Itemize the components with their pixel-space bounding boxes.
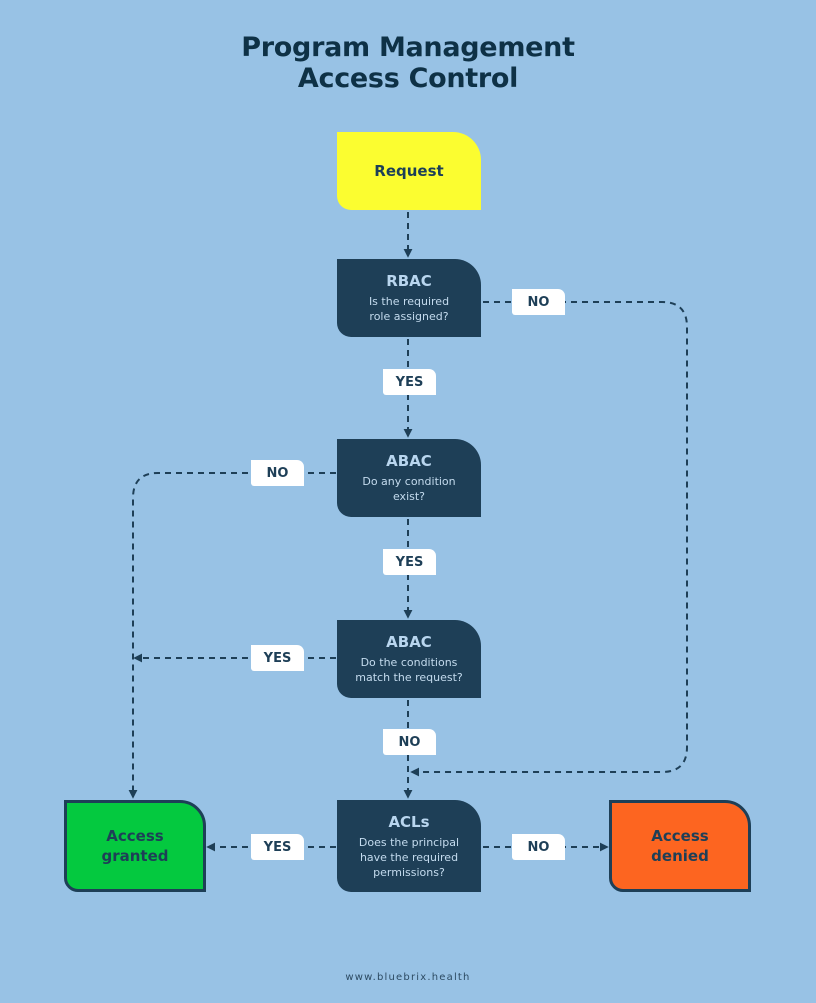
acls-heading: ACLs xyxy=(388,812,430,831)
abac-exists-heading: ABAC xyxy=(386,452,432,470)
abac-exists-node: ABAC Do any condition exist? xyxy=(337,439,481,517)
footer-url[interactable]: www.bluebrix.health xyxy=(0,972,816,983)
abac-exists-no-label: NO xyxy=(251,460,304,486)
abac-match-heading: ABAC xyxy=(386,633,432,651)
request-node: Request xyxy=(337,132,481,210)
abac-match-node: ABAC Do the conditions match the request… xyxy=(337,620,481,698)
rbac-question: Is the required role assigned? xyxy=(368,295,450,323)
access-granted-label: Access granted xyxy=(101,827,169,865)
access-denied-label: Access denied xyxy=(651,827,709,865)
request-label: Request xyxy=(374,162,444,180)
acls-question: Does the principal have the required per… xyxy=(358,835,460,879)
abac-match-question: Do the conditions match the request? xyxy=(355,656,463,684)
rbac-yes-label: YES xyxy=(383,369,436,395)
rbac-no-label: NO xyxy=(512,289,565,315)
rbac-heading: RBAC xyxy=(386,272,432,290)
edge-rbac-no xyxy=(410,301,688,777)
abac-exists-question: Do any condition exist? xyxy=(362,475,456,503)
access-denied-node: Access denied xyxy=(609,800,751,892)
abac-match-no-label: NO xyxy=(383,729,436,755)
edge-abac1-no xyxy=(128,472,336,799)
acls-node: ACLs Does the principal have the require… xyxy=(337,800,481,892)
acls-no-label: NO xyxy=(512,834,565,860)
abac-match-yes-label: YES xyxy=(251,645,304,671)
rbac-node: RBAC Is the required role assigned? xyxy=(337,259,481,337)
acls-yes-label: YES xyxy=(251,834,304,860)
access-granted-node: Access granted xyxy=(64,800,206,892)
abac-exists-yes-label: YES xyxy=(383,549,436,575)
